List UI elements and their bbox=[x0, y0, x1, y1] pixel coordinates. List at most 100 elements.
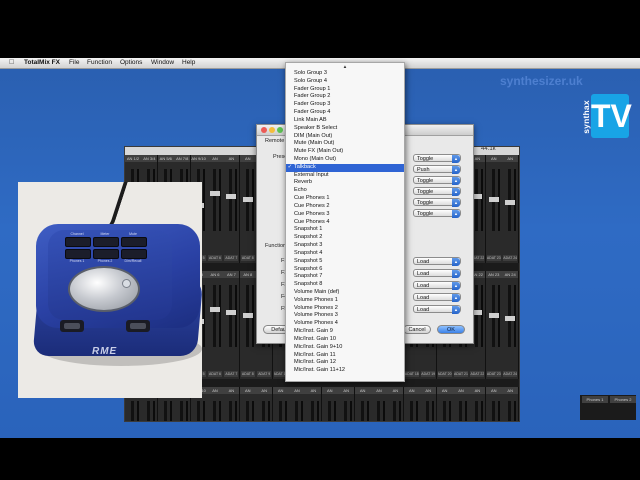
fader-handle[interactable] bbox=[226, 310, 237, 315]
dropdown-menu-item[interactable]: Speaker B Select bbox=[286, 125, 404, 133]
channel-strip[interactable]: AN 8 ADAT 8 bbox=[239, 271, 257, 379]
load-popup[interactable]: Load ▲ bbox=[413, 281, 461, 290]
scroll-up-arrow-icon[interactable]: ▲ bbox=[286, 63, 404, 70]
mode-popup[interactable]: Toggle ▲ bbox=[413, 154, 461, 163]
dropdown-menu-item[interactable]: DIM (Main Out) bbox=[286, 133, 404, 141]
channel-strip[interactable]: AN 21/22ADAT 11 bbox=[289, 387, 306, 421]
dropdown-menu-item[interactable]: Snapshot 3 bbox=[286, 242, 404, 250]
dropdown-menu-item[interactable]: Mic/Inst. Gain 9 bbox=[286, 328, 404, 336]
dropdown-menu-item[interactable]: Mic/Inst. Gain 10 bbox=[286, 336, 404, 344]
dropdown-menu-item[interactable]: Echo bbox=[286, 187, 404, 195]
channel-strip[interactable]: AN 23 ADAT 23 bbox=[485, 271, 503, 379]
dropdown-menu-item[interactable]: Volume Phones 3 bbox=[286, 312, 404, 320]
channel-strip[interactable]: AN 7 ADAT 7 bbox=[223, 271, 241, 379]
fader-handle[interactable] bbox=[226, 194, 237, 199]
dropdown-menu-item[interactable]: Cue Phones 1 bbox=[286, 195, 404, 203]
channel-strip[interactable]: AN 19/20ADAT 10 bbox=[272, 387, 290, 421]
channel-strip[interactable]: AN 47/48ADAT 24 bbox=[502, 155, 519, 263]
dropdown-menu-item[interactable]: External Input bbox=[286, 172, 404, 180]
channel-strip[interactable]: AN 29/30ADAT 15 bbox=[354, 387, 372, 421]
dropdown-menu-item[interactable]: Volume Main (def) bbox=[286, 289, 404, 297]
dropdown-menu-item[interactable]: Cue Phones 3 bbox=[286, 211, 404, 219]
channel-strip[interactable]: AN 47/48ADAT 24 bbox=[502, 387, 519, 421]
ok-button[interactable]: OK bbox=[437, 325, 465, 334]
channel-strip[interactable]: AN 45/46ADAT 23 bbox=[485, 387, 503, 421]
dropdown-menu-item[interactable]: Snapshot 6 bbox=[286, 266, 404, 274]
mode-popup[interactable]: Toggle ▲ bbox=[413, 176, 461, 185]
mode-popup[interactable]: Toggle ▲ bbox=[413, 187, 461, 196]
dropdown-menu-item[interactable]: Snapshot 2 bbox=[286, 234, 404, 242]
channel-strip[interactable]: AN 15/16ADAT 8 bbox=[239, 155, 257, 263]
load-popup[interactable]: Load ▲ bbox=[413, 269, 461, 278]
dropdown-menu-item[interactable]: Fader Group 4 bbox=[286, 109, 404, 117]
dropdown-menu-item[interactable]: Solo Group 4 bbox=[286, 78, 404, 86]
dropdown-menu-item[interactable]: Snapshot 1 bbox=[286, 226, 404, 234]
dropdown-menu-item[interactable]: Snapshot 8 bbox=[286, 281, 404, 289]
fader-handle[interactable] bbox=[210, 191, 220, 196]
apple-menu-icon[interactable]:  bbox=[9, 59, 14, 67]
dropdown-menu-item[interactable]: Mic/Inst. Gain 12 bbox=[286, 359, 404, 367]
menu-help[interactable]: Help bbox=[182, 59, 195, 67]
dropdown-menu-item[interactable]: Mute FX (Main Out) bbox=[286, 148, 404, 156]
fader-handle[interactable] bbox=[210, 307, 220, 312]
channel-strip[interactable]: AN 23/24ADAT 12 bbox=[305, 387, 323, 421]
channel-strip[interactable]: AN 39/40ADAT 20 bbox=[436, 387, 454, 421]
menu-options[interactable]: Options bbox=[120, 59, 142, 67]
channel-strip[interactable]: AN 37/38ADAT 19 bbox=[420, 387, 438, 421]
dropdown-menu-item[interactable]: Mic/Inst. Gain 9+10 bbox=[286, 344, 404, 352]
app-menu[interactable]: TotalMix FX bbox=[24, 59, 60, 67]
channel-strip[interactable]: AN 41/42ADAT 21 bbox=[453, 387, 470, 421]
fader-handle[interactable] bbox=[488, 313, 499, 318]
fader-handle[interactable] bbox=[505, 200, 516, 205]
dropdown-menu-item[interactable]: Volume Phones 2 bbox=[286, 305, 404, 313]
dropdown-menu-item[interactable]: Snapshot 4 bbox=[286, 250, 404, 258]
dropdown-menu-item[interactable]: Fader Group 3 bbox=[286, 101, 404, 109]
dropdown-menu-item[interactable]: ✓ Talkback bbox=[286, 163, 404, 172]
channel-strip[interactable]: AN 24 ADAT 24 bbox=[502, 271, 519, 379]
channel-strip[interactable]: AN 33/34ADAT 17 bbox=[387, 387, 405, 421]
load-popup[interactable]: Load ▲ bbox=[413, 293, 461, 302]
cancel-button[interactable]: Cancel bbox=[403, 325, 431, 334]
channel-strip[interactable]: AN 35/36ADAT 18 bbox=[403, 387, 421, 421]
mode-popup[interactable]: Push ▲ bbox=[413, 165, 461, 174]
channel-strip[interactable]: AN 25/26ADAT 13 bbox=[321, 387, 339, 421]
dropdown-menu-item[interactable]: Fader Group 1 bbox=[286, 86, 404, 94]
channel-strip[interactable]: AN 6 ADAT 6 bbox=[207, 271, 224, 379]
load-popup[interactable]: Load ▲ bbox=[413, 257, 461, 266]
channel-strip[interactable]: AN 27/28ADAT 14 bbox=[338, 387, 356, 421]
channel-strip[interactable]: AN 17/18ADAT 9 bbox=[256, 387, 274, 421]
dropdown-menu-item[interactable]: Link Main AB bbox=[286, 117, 404, 125]
dropdown-menu-item[interactable]: Reverb bbox=[286, 179, 404, 187]
channel-strip[interactable]: AN 43/44ADAT 22 bbox=[469, 387, 487, 421]
menu-window[interactable]: Window bbox=[151, 59, 174, 67]
dropdown-menu-item[interactable]: Cue Phones 4 bbox=[286, 219, 404, 227]
load-popup[interactable]: Load ▲ bbox=[413, 305, 461, 314]
menu-function[interactable]: Function bbox=[87, 59, 112, 67]
dropdown-menu-item[interactable]: Snapshot 7 bbox=[286, 273, 404, 281]
dropdown-menu-item[interactable]: Mono (Main Out) bbox=[286, 156, 404, 164]
dropdown-menu-item[interactable]: Volume Phones 4 bbox=[286, 320, 404, 328]
mode-popup[interactable]: Toggle ▲ bbox=[413, 209, 461, 218]
mode-popup[interactable]: Toggle ▲ bbox=[413, 198, 461, 207]
fader-handle[interactable] bbox=[488, 197, 499, 202]
channel-strip[interactable]: AN 31/32ADAT 16 bbox=[371, 387, 388, 421]
fader-handle[interactable] bbox=[242, 197, 253, 202]
menu-file[interactable]: File bbox=[69, 59, 79, 67]
channel-strip[interactable]: AN 15/16ADAT 8 bbox=[239, 387, 257, 421]
dropdown-menu-item[interactable]: Snapshot 5 bbox=[286, 258, 404, 266]
dropdown-menu-item[interactable]: Fader Group 2 bbox=[286, 93, 404, 101]
channel-strip[interactable]: AN 13/14ADAT 7 bbox=[223, 387, 241, 421]
dropdown-menu-item[interactable]: Mic/Inst. Gain 11 bbox=[286, 352, 404, 360]
dropdown-menu-item[interactable]: Solo Group 3 bbox=[286, 70, 404, 78]
dropdown-menu-item[interactable]: Mute (Main Out) bbox=[286, 140, 404, 148]
zoom-icon[interactable] bbox=[277, 127, 283, 133]
channel-strip[interactable]: AN 45/46ADAT 23 bbox=[485, 155, 503, 263]
fader-handle[interactable] bbox=[242, 313, 253, 318]
fader-handle[interactable] bbox=[505, 316, 516, 321]
channel-strip[interactable]: AN 13/14ADAT 7 bbox=[223, 155, 241, 263]
dropdown-menu-item[interactable]: Volume Phones 1 bbox=[286, 297, 404, 305]
minimize-icon[interactable] bbox=[269, 127, 275, 133]
dropdown-menu-item[interactable]: Cue Phones 2 bbox=[286, 203, 404, 211]
close-icon[interactable] bbox=[261, 127, 267, 133]
channel-strip[interactable]: AN 11/12ADAT 6 bbox=[207, 387, 224, 421]
